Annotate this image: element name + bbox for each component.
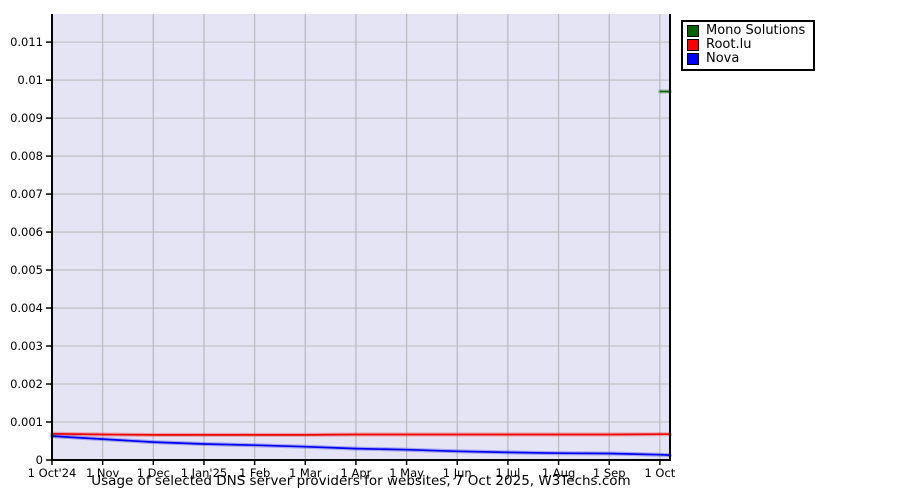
chart-canvas: 0 0.001 0.002 0.003 0.004 0.005 0.006 0.007 0.00… bbox=[0, 0, 900, 500]
y-tick-label: 0.005 bbox=[10, 263, 43, 277]
legend-item-nova: Nova bbox=[687, 52, 805, 66]
legend-label: Nova bbox=[706, 51, 740, 66]
legend-label: Root.lu bbox=[706, 37, 752, 52]
y-tick-label: 0.006 bbox=[10, 225, 43, 239]
plot-background bbox=[52, 14, 670, 460]
legend-item-root-lu: Root.lu bbox=[687, 38, 805, 52]
y-tick-label: 0.008 bbox=[10, 149, 43, 163]
y-tick-label: 0.011 bbox=[10, 35, 43, 49]
legend-swatch bbox=[687, 53, 699, 65]
legend-swatch bbox=[687, 25, 699, 37]
legend-label: Mono Solutions bbox=[706, 23, 806, 38]
y-tick-label: 0.007 bbox=[10, 187, 43, 201]
y-tick-label: 0.001 bbox=[10, 415, 43, 429]
legend-item-mono-solutions: Mono Solutions bbox=[687, 24, 805, 38]
y-tick-label: 0.01 bbox=[17, 73, 43, 87]
legend: Mono Solutions Root.lu Nova bbox=[681, 20, 816, 71]
y-tick-label: 0.003 bbox=[10, 339, 43, 353]
y-tick-label: 0.009 bbox=[10, 111, 43, 125]
legend-swatch bbox=[687, 39, 699, 51]
plot-area: 0 0.001 0.002 0.003 0.004 0.005 0.006 0.007 0.00… bbox=[10, 14, 676, 480]
chart-title: Usage of selected DNS server providers f… bbox=[91, 473, 631, 489]
y-tick-label: 0.002 bbox=[10, 377, 43, 391]
y-tick-label: 0.004 bbox=[10, 301, 43, 315]
y-tick-label: 0 bbox=[36, 453, 43, 467]
